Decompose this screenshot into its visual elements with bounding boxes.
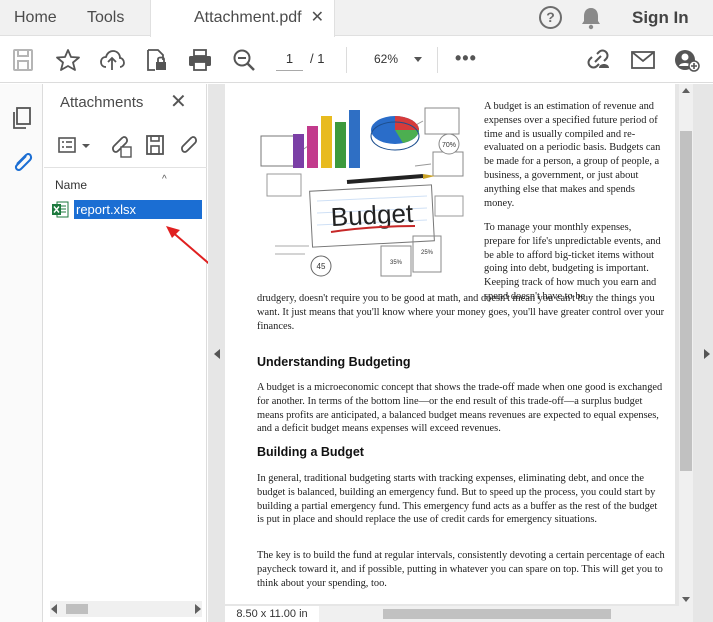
star-icon[interactable] [55,48,81,72]
illustration-badge: 25% [421,250,434,256]
cloud-upload-icon[interactable] [99,48,125,72]
help-icon[interactable]: ? [539,6,562,29]
paragraph: In general, traditional budgeting starts… [257,473,658,526]
collapse-left-panel-icon[interactable] [214,349,220,359]
toolbar-divider [437,47,438,73]
expand-right-panel-icon[interactable] [704,349,710,359]
document-status-bar: 8.50 x 11.00 in [225,606,693,622]
sort-ascending-icon[interactable]: ^ [162,174,167,185]
section-heading: Understanding Budgeting [257,355,411,369]
sign-in-button[interactable]: Sign In [632,0,689,36]
left-navigation-rail [0,84,43,622]
chevron-down-icon [414,57,422,62]
tab-tools[interactable]: Tools [87,0,124,36]
document-viewer: 70% Budget 45 35% 25% A budget is an est… [208,84,713,622]
email-icon[interactable] [630,48,656,72]
zoom-out-icon[interactable] [231,48,257,72]
options-menu-icon[interactable] [56,134,96,158]
toolbar: 1 / 1 62% ••• [0,37,713,83]
paragraph: A budget is a microeconomic concept that… [257,382,663,435]
paragraph: A budget is an estimation of revenue and… [484,101,661,209]
notification-bell-icon[interactable] [580,6,602,30]
panel-horizontal-scrollbar[interactable] [50,601,202,617]
illustration-badge: 70% [442,142,456,149]
protect-icon[interactable] [143,48,169,72]
zoom-dropdown[interactable]: 62% [366,49,426,71]
close-panel-icon[interactable]: ✕ [170,92,187,112]
save-attachment-icon[interactable] [144,134,168,158]
illustration-badge: 35% [390,260,403,266]
scrollbar-thumb[interactable] [680,131,692,471]
more-options-icon[interactable]: ••• [455,49,477,67]
add-user-icon[interactable] [674,48,700,72]
panel-title: Attachments [60,94,144,111]
document-vertical-scrollbar[interactable] [679,84,693,606]
zoom-value: 62% [374,52,399,66]
close-tab-icon[interactable]: ✕ [311,0,324,36]
paragraph: The key is to build the fund at regular … [257,550,665,589]
scroll-down-icon[interactable] [682,597,690,602]
page-thumbnails-icon[interactable] [10,106,34,130]
excel-file-icon [52,201,69,218]
save-icon[interactable] [10,48,36,72]
scroll-up-icon[interactable] [682,88,690,93]
horizontal-scrollbar-thumb[interactable] [383,609,611,619]
edit-attachment-icon[interactable] [177,134,201,158]
paragraph: drudgery, doesn't require you to be good… [257,293,665,332]
page-number-input[interactable]: 1 [276,49,303,71]
section-heading: Building a Budget [257,445,364,459]
page-total: / 1 [310,51,325,66]
attachments-paperclip-icon[interactable] [10,150,34,174]
scroll-right-icon[interactable] [195,604,201,614]
toolbar-divider [346,47,347,73]
attachment-row[interactable]: report.xlsx [52,200,202,219]
document-tab-label: Attachment.pdf [194,9,302,26]
attachments-toolbar [44,124,207,168]
add-attachment-icon[interactable] [108,134,132,158]
budget-illustration: 70% Budget 45 35% 25% [255,96,473,282]
illustration-badge: 45 [317,262,326,271]
tab-home[interactable]: Home [14,0,57,36]
tab-document[interactable]: Attachment.pdf ✕ [150,0,335,37]
attachment-filename[interactable]: report.xlsx [74,200,202,219]
scroll-left-icon[interactable] [51,604,57,614]
share-link-icon[interactable] [585,48,611,72]
attachments-panel: Attachments ✕ Name ^ report.xlsx [44,84,207,622]
pdf-page: 70% Budget 45 35% 25% A budget is an est… [225,84,675,604]
page-size-label: 8.50 x 11.00 in [225,606,319,622]
name-column-header[interactable]: Name [55,178,87,192]
scrollbar-thumb[interactable] [66,604,88,614]
tab-bar: Home Tools Attachment.pdf ✕ ? Sign In [0,0,713,37]
print-icon[interactable] [187,48,213,72]
